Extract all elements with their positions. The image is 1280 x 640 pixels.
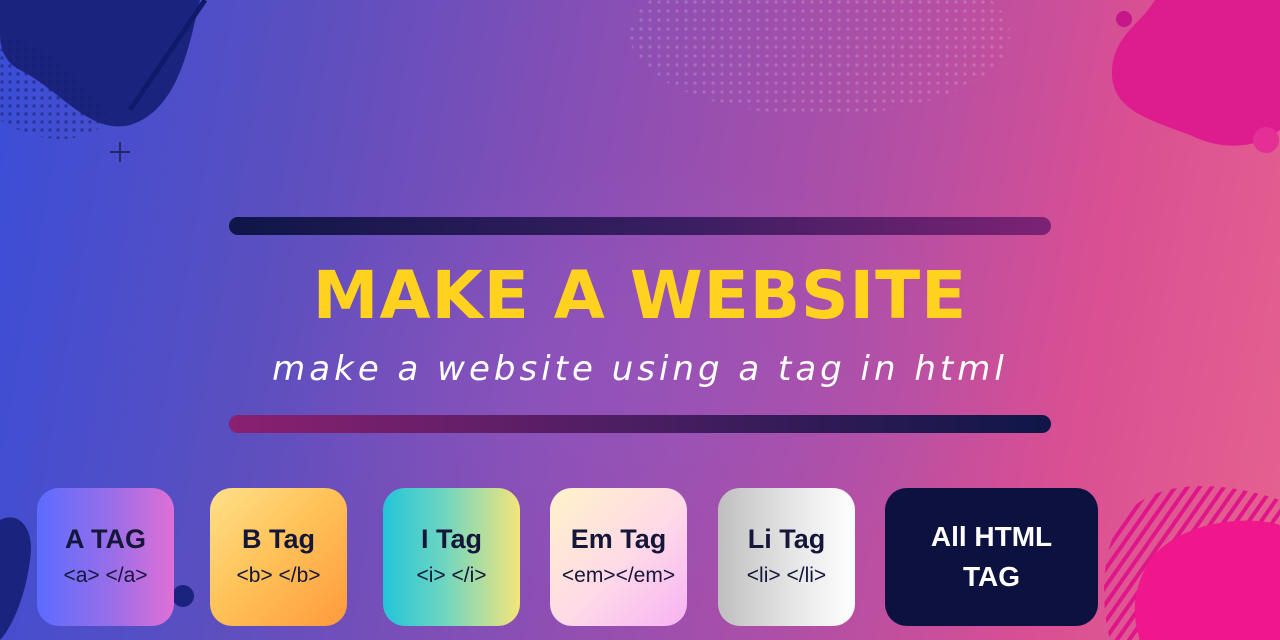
- card-code: <i> </i>: [416, 564, 487, 587]
- blob-top-right: [1111, 0, 1280, 146]
- all-html-tag-button[interactable]: All HTML TAG: [885, 488, 1098, 626]
- card-i-tag[interactable]: I Tag <i> </i>: [383, 488, 520, 626]
- cta-line-1: All HTML: [930, 521, 1053, 552]
- card-title: Em Tag: [570, 524, 667, 554]
- blob-bottom-left: [0, 517, 31, 640]
- card-code: <a> </a>: [63, 564, 148, 587]
- divider-top: [229, 217, 1051, 235]
- card-title: B Tag: [242, 524, 315, 554]
- divider-bottom: [229, 415, 1051, 433]
- cta-line-2: TAG: [962, 561, 1021, 592]
- card-code: <li> </li>: [746, 564, 827, 587]
- card-code: <em></em>: [561, 564, 676, 587]
- card-title: A TAG: [65, 524, 146, 554]
- page-title: MAKE A WEBSITE: [312, 257, 968, 334]
- card-em-tag[interactable]: Em Tag <em></em>: [550, 488, 687, 626]
- card-b-tag[interactable]: B Tag <b> </b>: [210, 488, 347, 626]
- card-title: Li Tag: [747, 524, 826, 554]
- card-a-tag[interactable]: A TAG <a> </a>: [37, 488, 174, 626]
- page-subtitle: make a website using a tag in html: [272, 349, 1008, 389]
- card-li-tag[interactable]: Li Tag <li> </li>: [718, 488, 855, 626]
- card-code: <b> </b>: [236, 564, 321, 587]
- card-title: I Tag: [420, 524, 482, 554]
